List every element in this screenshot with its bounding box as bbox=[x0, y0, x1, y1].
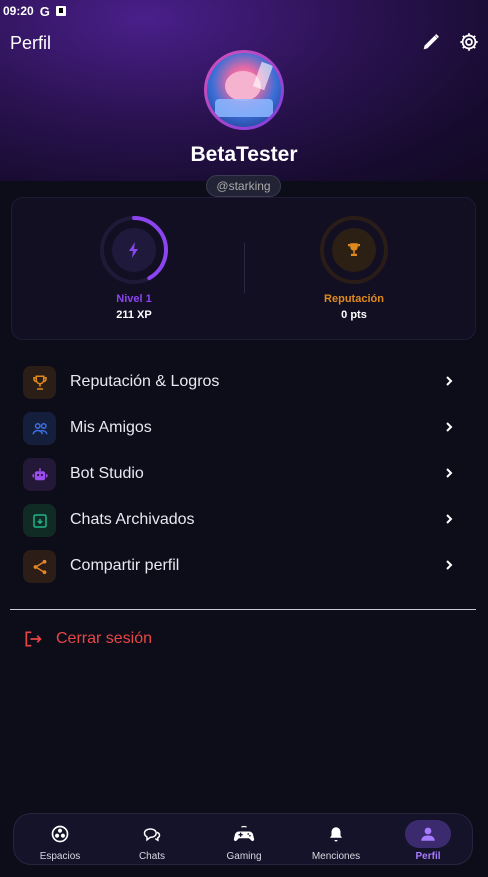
reputation-label: Reputación bbox=[324, 293, 384, 305]
chevron-right-icon bbox=[446, 422, 453, 432]
settings-button[interactable] bbox=[458, 31, 480, 53]
status-time: 09:20 bbox=[3, 4, 34, 18]
username-handle: @starking bbox=[206, 175, 281, 197]
menu-item-label: Mis Amigos bbox=[70, 419, 152, 436]
chevron-right-icon bbox=[446, 376, 453, 386]
display-name: BetaTester bbox=[190, 143, 298, 166]
nav-tab-profile[interactable]: Perfil bbox=[382, 814, 474, 866]
nav-tab-mentions[interactable]: Menciones bbox=[290, 814, 382, 866]
menu-item-label: Bot Studio bbox=[70, 465, 144, 482]
menu-item-share-profile[interactable]: Compartir perfil bbox=[12, 546, 476, 586]
section-divider bbox=[10, 609, 476, 610]
menu-item-friends[interactable]: Mis Amigos bbox=[12, 408, 476, 448]
pencil-icon bbox=[423, 34, 439, 50]
friends-icon bbox=[23, 412, 56, 445]
menu-item-label: Reputación & Logros bbox=[70, 373, 220, 390]
bell-icon bbox=[324, 823, 348, 845]
notification-icon bbox=[55, 6, 66, 16]
gamepad-icon bbox=[232, 823, 256, 845]
nav-tab-gaming[interactable]: Gaming bbox=[198, 814, 290, 866]
nav-label: Menciones bbox=[311, 851, 361, 862]
nav-tab-spaces[interactable]: Espacios bbox=[14, 814, 106, 866]
avatar[interactable] bbox=[204, 50, 284, 130]
chevron-right-icon bbox=[446, 560, 453, 570]
status-bar: 09:20 G bbox=[0, 0, 488, 22]
menu-item-reputation[interactable]: Reputación & Logros bbox=[12, 362, 476, 402]
spaces-icon bbox=[48, 823, 72, 845]
person-icon bbox=[416, 823, 440, 845]
stats-divider bbox=[244, 243, 245, 293]
nav-label: Gaming bbox=[226, 851, 262, 862]
chevron-right-icon bbox=[446, 468, 453, 478]
menu-item-bot-studio[interactable]: Bot Studio bbox=[12, 454, 476, 494]
page-title: Perfil bbox=[10, 33, 52, 53]
share-icon bbox=[23, 550, 56, 583]
level-label: Nivel 1 bbox=[116, 293, 152, 305]
bottom-navigation: Espacios Chats Gaming Menciones Perfil bbox=[13, 813, 473, 865]
gear-icon bbox=[460, 33, 478, 51]
lightning-icon bbox=[112, 228, 156, 272]
trophy-icon bbox=[23, 366, 56, 399]
menu-item-label: Compartir perfil bbox=[70, 557, 180, 574]
xp-value: 211 XP bbox=[116, 309, 152, 321]
chevron-right-icon bbox=[446, 514, 453, 524]
nav-tab-chats[interactable]: Chats bbox=[106, 814, 198, 866]
stats-card: Nivel 1 211 XP Reputación 0 pts bbox=[11, 197, 476, 340]
reputation-ring bbox=[318, 214, 390, 286]
level-ring bbox=[98, 214, 170, 286]
reputation-value: 0 pts bbox=[341, 309, 367, 321]
trophy-icon bbox=[332, 228, 376, 272]
robot-icon bbox=[23, 458, 56, 491]
menu-item-archived-chats[interactable]: Chats Archivados bbox=[12, 500, 476, 540]
nav-label: Chats bbox=[138, 851, 166, 862]
nav-label: Perfil bbox=[415, 851, 441, 862]
menu-item-label: Chats Archivados bbox=[70, 511, 195, 528]
edit-profile-button[interactable] bbox=[420, 31, 442, 53]
archive-icon bbox=[23, 504, 56, 537]
logout-button[interactable]: Cerrar sesión bbox=[12, 624, 312, 654]
chats-icon bbox=[140, 823, 164, 845]
google-icon: G bbox=[39, 3, 50, 19]
logout-label: Cerrar sesión bbox=[56, 630, 153, 647]
nav-label: Espacios bbox=[39, 851, 81, 862]
avatar-image bbox=[207, 53, 281, 127]
logout-icon bbox=[25, 631, 42, 647]
